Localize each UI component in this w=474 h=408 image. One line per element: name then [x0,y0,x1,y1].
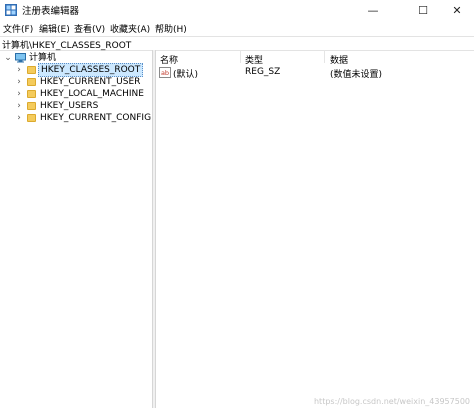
folder-icon [27,102,36,110]
chevron-right-icon[interactable]: › [15,76,23,88]
column-header-type[interactable]: 类型 [245,53,263,66]
folder-icon [27,66,36,74]
minimize-button[interactable]: — [356,0,390,20]
title-bar: 注册表编辑器 — ☐ ✕ [0,0,474,20]
menu-bar: 文件(F) 编辑(E) 查看(V) 收藏夹(A) 帮助(H) [0,20,474,35]
address-bar[interactable]: 计算机\HKEY_CLASSES_ROOT [0,36,474,51]
chevron-down-icon[interactable]: ⌄ [4,52,12,64]
tree-label-hkey-classes-root[interactable]: HKEY_CLASSES_ROOT [38,63,144,77]
value-type: REG_SZ [245,67,281,77]
menu-help[interactable]: 帮助(H) [155,22,187,35]
folder-icon [27,114,36,122]
maximize-icon: ☐ [418,3,428,17]
svg-text:ab: ab [161,69,169,77]
chevron-right-icon[interactable]: › [15,100,23,112]
column-divider[interactable] [324,50,325,63]
value-data: (数值未设置) [330,70,383,80]
menu-view[interactable]: 查看(V) [74,22,105,35]
watermark: https://blog.csdn.net/weixin_43957500 [313,397,470,406]
tree-label-hkey-users[interactable]: HKEY_USERS [38,100,100,112]
close-button[interactable]: ✕ [440,0,474,20]
column-header-data[interactable]: 数据 [330,53,348,66]
value-row[interactable]: ab (默认) REG_SZ (数值未设置) [156,66,474,80]
chevron-right-icon[interactable]: › [15,112,23,124]
maximize-button[interactable]: ☐ [406,0,440,20]
column-header-name[interactable]: 名称 [160,53,178,66]
tree-label-hkey-current-config[interactable]: HKEY_CURRENT_CONFIG [38,112,153,124]
chevron-right-icon[interactable]: › [15,64,23,76]
folder-icon [27,90,36,98]
tree-label-hkey-current-user[interactable]: HKEY_CURRENT_USER [38,76,142,88]
chevron-right-icon[interactable]: › [15,88,23,100]
menu-edit[interactable]: 编辑(E) [39,22,70,35]
minimize-icon: — [367,3,379,17]
computer-icon [15,53,26,63]
column-divider[interactable] [240,50,241,63]
window-title: 注册表编辑器 [22,6,80,17]
tree-label-hkey-local-machine[interactable]: HKEY_LOCAL_MACHINE [38,88,146,100]
key-tree[interactable]: ⌄ 计算机 › HKEY_CLASSES_ROOT › HKEY_CURRENT… [0,50,152,408]
value-name[interactable]: (默认) [173,67,198,80]
menu-favorites[interactable]: 收藏夹(A) [110,22,150,35]
registry-editor-icon [5,4,17,16]
close-icon: ✕ [452,3,462,17]
menu-file[interactable]: 文件(F) [3,22,33,35]
value-list[interactable]: 名称 类型 数据 ab (默认) REG_SZ (数值未设置) https://… [156,50,474,408]
folder-icon [27,78,36,86]
string-value-icon: ab [159,67,171,78]
